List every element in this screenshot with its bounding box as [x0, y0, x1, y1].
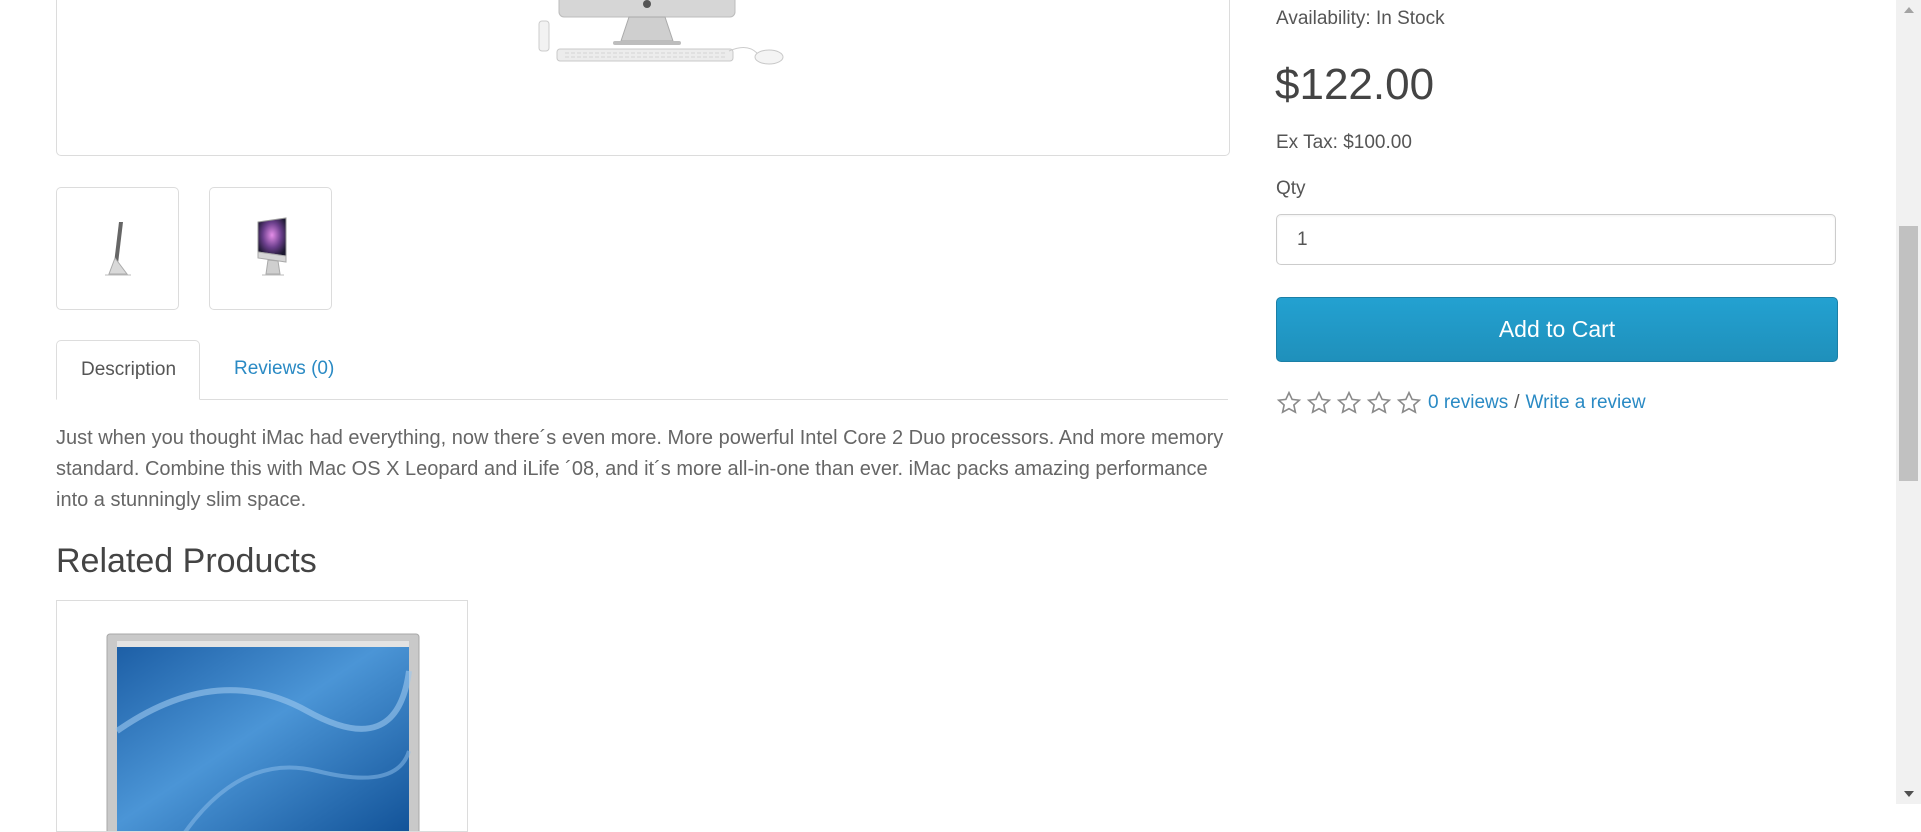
availability-status: Availability: In Stock — [1276, 8, 1445, 29]
scrollbar-thumb[interactable] — [1899, 226, 1918, 481]
star-empty-icon — [1276, 390, 1302, 414]
ex-tax-price: Ex Tax: $100.00 — [1276, 132, 1412, 153]
vertical-scrollbar[interactable] — [1896, 0, 1921, 804]
star-empty-icon — [1366, 390, 1392, 414]
tab-description[interactable]: Description — [56, 340, 200, 400]
scroll-up-arrow-icon[interactable] — [1896, 0, 1921, 20]
imac-keyboard-mouse-icon — [538, 0, 784, 65]
tab-reviews[interactable]: Reviews (0) — [210, 340, 358, 398]
product-page: Description Reviews (0) Just when you th… — [0, 0, 1896, 832]
cinema-display-image — [106, 633, 420, 831]
related-products-heading: Related Products — [56, 542, 317, 580]
thumbnail-front-view[interactable] — [209, 187, 332, 310]
scroll-down-arrow-icon[interactable] — [1896, 784, 1921, 804]
rating-separator: / — [1514, 392, 1520, 413]
imac-side-view-icon — [105, 222, 131, 276]
price: $122.00 — [1275, 60, 1435, 109]
write-review-link[interactable]: Write a review — [1526, 392, 1646, 414]
qty-label: Qty — [1276, 178, 1306, 199]
star-empty-icon — [1306, 390, 1332, 414]
add-to-cart-button[interactable]: Add to Cart — [1276, 297, 1838, 362]
imac-front-view-icon — [257, 217, 287, 276]
star-empty-icon — [1396, 390, 1422, 414]
reviews-count-link[interactable]: 0 reviews — [1428, 392, 1508, 414]
product-description: Just when you thought iMac had everythin… — [56, 427, 1224, 511]
quantity-input[interactable] — [1276, 214, 1836, 265]
thumbnail-side-view[interactable] — [56, 187, 179, 310]
star-empty-icon — [1336, 390, 1362, 414]
main-product-image[interactable] — [56, 0, 1230, 156]
product-tabs: Description Reviews (0) — [56, 340, 1228, 400]
rating-summary: 0 reviews / Write a review — [1276, 390, 1646, 416]
related-product-card[interactable] — [56, 600, 468, 832]
